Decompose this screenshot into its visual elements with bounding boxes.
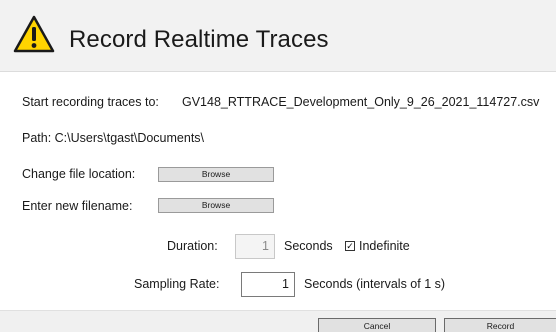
record-button[interactable]: Record (444, 318, 556, 332)
warning-icon (12, 14, 56, 54)
indefinite-label: Indefinite (359, 239, 410, 253)
record-destination-filename: GV148_RTTRACE_Development_Only_9_26_2021… (182, 95, 540, 109)
duration-label: Duration: (167, 239, 218, 253)
change-location-label: Change file location: (22, 167, 136, 181)
indefinite-checkbox[interactable]: ✓ (345, 241, 355, 251)
duration-input[interactable]: 1 (235, 234, 275, 259)
record-destination-prefix: Start recording traces to: (22, 95, 159, 109)
change-location-browse-button[interactable]: Browse (158, 167, 274, 182)
path-text: Path: C:\Users\tgast\Documents\ (22, 131, 205, 145)
dialog-header: Record Realtime Traces (0, 0, 556, 72)
sampling-rate-unit: Seconds (intervals of 1 s) (304, 277, 446, 291)
new-filename-browse-button[interactable]: Browse (158, 198, 274, 213)
sampling-rate-input[interactable]: 1 (241, 272, 295, 297)
dialog-title: Record Realtime Traces (69, 26, 329, 53)
cancel-button[interactable]: Cancel (318, 318, 436, 332)
new-filename-label: Enter new filename: (22, 199, 133, 213)
sampling-rate-label: Sampling Rate: (134, 277, 220, 291)
duration-unit: Seconds (284, 239, 333, 253)
